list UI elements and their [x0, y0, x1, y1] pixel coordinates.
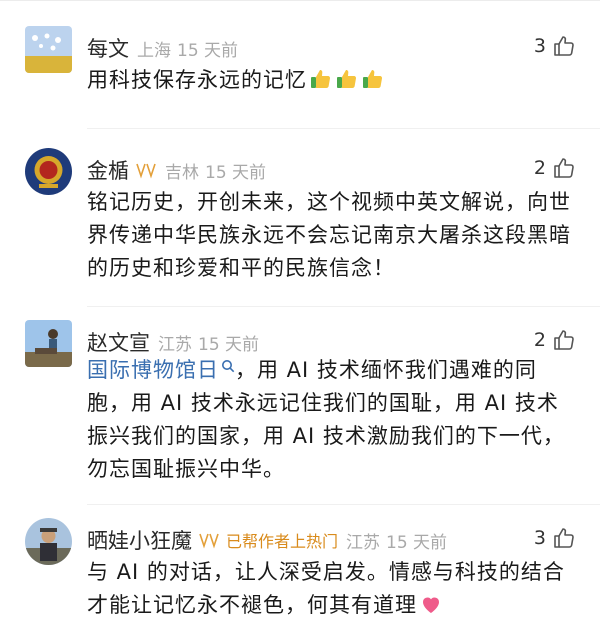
like-count: 2	[533, 329, 546, 351]
topic-link[interactable]: 国际博物馆日	[87, 358, 219, 382]
like-button[interactable]: 2	[534, 156, 576, 180]
divider	[87, 306, 600, 307]
divider	[87, 128, 600, 129]
heart-emoji	[423, 597, 439, 613]
location: 江苏	[158, 334, 192, 355]
avatar[interactable]	[25, 518, 72, 565]
like-count: 3	[533, 527, 546, 549]
timestamp: 15 天前	[177, 40, 239, 61]
like-count: 2	[533, 157, 546, 179]
thumbs-up-icon	[554, 330, 574, 350]
comment-body: 与 AI 的对话，让人深受启发。情感与科技的结合才能让记忆永不褪色，何其有道理	[87, 560, 565, 617]
avatar[interactable]	[25, 148, 72, 195]
comment-item: 赵文宣 江苏 15 天前 2 国际博物馆日 ，用 AI 技术缅怀我们遇难的同胞，用…	[0, 320, 600, 510]
comment-text: 铭记历史，开创未来，这个视频中英文解说，向世界传递中华民族永远不会忘记南京大屠杀…	[87, 190, 571, 280]
comment-body: 用科技保存永远的记忆	[87, 68, 307, 92]
hot-badge: 已帮作者上热门	[226, 532, 339, 551]
comment-header: 每文 上海 15 天前	[87, 32, 238, 64]
location: 吉林	[165, 162, 199, 183]
username[interactable]: 晒娃小狂魔	[87, 525, 192, 555]
top-divider	[0, 0, 600, 1]
timestamp: 15 天前	[386, 532, 448, 553]
vip-icon	[136, 163, 156, 179]
comment-text: 与 AI 的对话，让人深受启发。情感与科技的结合才能让记忆永不褪色，何其有道理	[87, 556, 577, 622]
like-button[interactable]: 2	[534, 328, 576, 352]
thumbs-up-emoji	[363, 70, 383, 89]
avatar[interactable]	[25, 320, 72, 367]
divider	[87, 504, 600, 505]
comment-text: 用科技保存永远的记忆	[87, 64, 577, 97]
comment-header: 金楯 吉林 15 天前	[87, 154, 266, 186]
thumbs-up-icon	[554, 158, 574, 178]
username[interactable]: 金楯	[87, 155, 129, 185]
thumbs-up-icon	[554, 36, 574, 56]
timestamp: 15 天前	[205, 162, 267, 183]
comment-header: 晒娃小狂魔 已帮作者上热门 江苏 15 天前	[87, 524, 447, 556]
username[interactable]: 赵文宣	[87, 327, 150, 357]
like-button[interactable]: 3	[534, 526, 576, 550]
search-icon[interactable]	[221, 359, 235, 373]
comment-text: 国际博物馆日 ，用 AI 技术缅怀我们遇难的同胞，用 AI 技术永远记住我们的国耻…	[87, 354, 577, 486]
avatar[interactable]	[25, 26, 72, 73]
comment-item: 每文 上海 15 天前 3 用科技保存永远的记忆	[0, 26, 600, 136]
location: 上海	[137, 40, 171, 61]
timestamp: 15 天前	[198, 334, 260, 355]
comment-item: 金楯 吉林 15 天前 2 铭记历史，开创未来，这个视频中英文解说，向世界传递中…	[0, 148, 600, 312]
comment-item: 晒娃小狂魔 已帮作者上热门 江苏 15 天前 3 与 AI 的对话，让人深受启发…	[0, 518, 600, 639]
like-count: 3	[533, 35, 546, 57]
thumbs-up-emoji	[311, 70, 331, 89]
vip-icon	[199, 533, 219, 549]
username[interactable]: 每文	[87, 33, 129, 63]
thumbs-up-icon	[554, 528, 574, 548]
location: 江苏	[346, 532, 381, 553]
thumbs-up-emoji	[337, 70, 357, 89]
like-button[interactable]: 3	[534, 34, 576, 58]
